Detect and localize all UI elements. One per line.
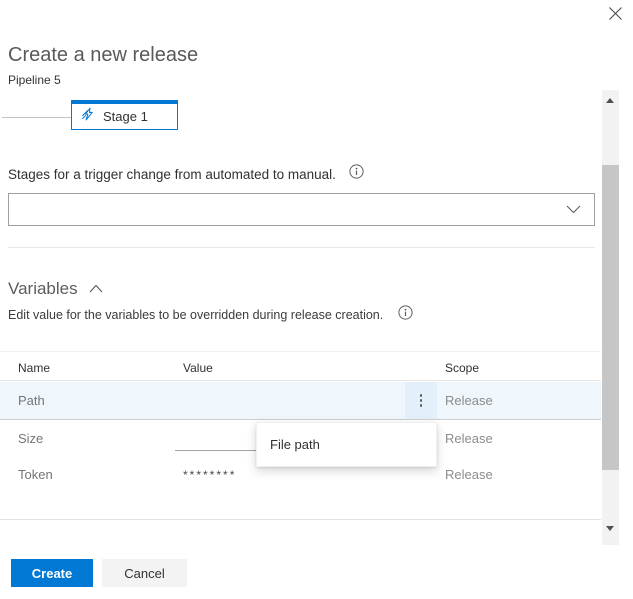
- close-icon: [607, 5, 624, 27]
- variables-table-header: Name Value Scope: [0, 352, 601, 381]
- vertical-scrollbar[interactable]: [602, 90, 619, 545]
- create-button[interactable]: Create: [11, 559, 93, 587]
- footer-divider: [0, 519, 601, 520]
- trigger-section: Stages for a trigger change from automat…: [8, 164, 364, 184]
- row-context-menu-button[interactable]: [405, 382, 437, 419]
- column-header-value: Value: [183, 361, 213, 375]
- chevron-down-icon: [566, 201, 581, 219]
- variables-description: Edit value for the variables to be overr…: [8, 308, 383, 322]
- stages-dropdown[interactable]: [8, 193, 595, 226]
- trigger-label: Stages for a trigger change from automat…: [8, 167, 336, 182]
- table-row-path[interactable]: Path Release: [0, 382, 601, 420]
- variable-name: Token: [18, 467, 53, 482]
- dialog-title: Create a new release: [8, 44, 198, 67]
- scrollbar-down-arrow-icon[interactable]: [606, 526, 614, 531]
- stage-label: Stage 1: [103, 109, 148, 124]
- column-header-scope: Scope: [445, 361, 479, 375]
- variable-name: Path: [18, 393, 45, 408]
- ellipsis-icon: [420, 394, 423, 397]
- variables-section-header[interactable]: Variables: [8, 279, 103, 299]
- section-divider: [8, 247, 595, 248]
- masked-value: ********: [183, 468, 236, 482]
- scrollbar-up-arrow-icon[interactable]: [606, 98, 614, 103]
- info-icon[interactable]: [398, 305, 413, 325]
- scrollbar-thumb[interactable]: [602, 165, 619, 470]
- variable-scope: Release: [445, 431, 493, 446]
- variable-name: Size: [18, 431, 43, 446]
- variable-scope: Release: [445, 467, 493, 482]
- stage-connector-line: [2, 117, 71, 118]
- variables-title: Variables: [8, 279, 78, 299]
- automated-trigger-lightning-icon: [81, 107, 96, 127]
- variable-scope: Release: [445, 393, 493, 408]
- close-button[interactable]: [604, 5, 626, 27]
- pipeline-name: Pipeline 5: [8, 73, 61, 87]
- chevron-up-icon: [89, 280, 103, 298]
- variables-description-row: Edit value for the variables to be overr…: [8, 305, 413, 325]
- cancel-button[interactable]: Cancel: [102, 559, 187, 587]
- column-header-name: Name: [18, 361, 50, 375]
- stage-node[interactable]: Stage 1: [71, 100, 178, 130]
- context-menu: File path: [256, 422, 437, 467]
- info-icon[interactable]: [349, 164, 364, 184]
- menu-item-file-path[interactable]: File path: [270, 437, 320, 452]
